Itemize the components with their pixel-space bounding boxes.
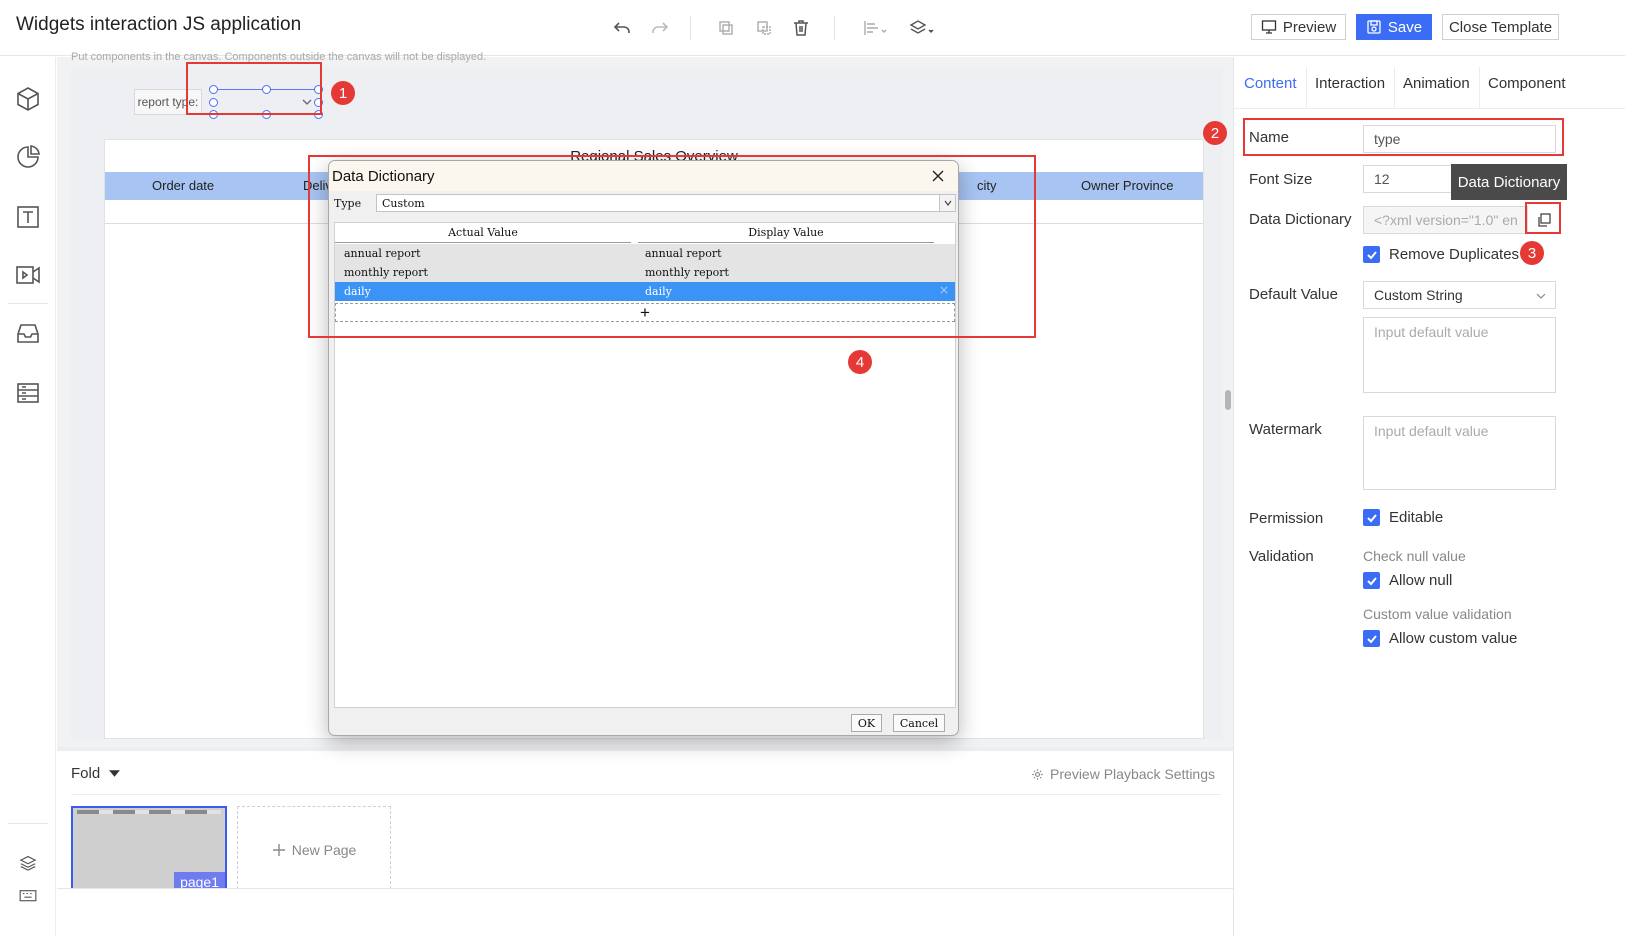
annotation-box-4 [308, 155, 1036, 338]
status-bar [57, 888, 1233, 936]
allow-custom-label: Allow custom value [1389, 630, 1518, 647]
cancel-button[interactable]: Cancel [893, 714, 945, 732]
annotation-badge-3: 3 [1520, 241, 1544, 265]
align-icon[interactable] [858, 14, 892, 42]
page-thumbnail[interactable]: page1 [71, 806, 227, 894]
allow-custom-checkbox[interactable]: Allow custom value [1363, 630, 1517, 647]
font-size-label: Font Size [1249, 171, 1313, 188]
gear-icon [1032, 768, 1043, 780]
new-page-label: New Page [291, 842, 357, 858]
text-icon[interactable] [12, 201, 44, 233]
data-dictionary-input: <?xml version="1.0" en [1363, 206, 1528, 234]
vertical-scrollbar[interactable] [1225, 390, 1231, 410]
annotation-badge-2: 2 [1203, 121, 1227, 145]
custom-validation-heading: Custom value validation [1363, 606, 1512, 622]
new-page-button[interactable]: New Page [237, 806, 391, 894]
checkbox-checked-icon [1363, 246, 1380, 263]
annotation-badge-4: 4 [848, 350, 872, 374]
close-template-button[interactable]: Close Template [1442, 14, 1559, 40]
redo-icon[interactable] [646, 14, 674, 42]
allow-null-label: Allow null [1389, 572, 1453, 589]
paste-icon[interactable] [750, 14, 778, 42]
save-button[interactable]: Save [1356, 14, 1432, 40]
editable-label: Editable [1389, 509, 1444, 526]
column-header: Owner Province [1081, 178, 1174, 193]
fold-label: Fold [71, 765, 101, 782]
watermark-textarea[interactable]: Input default value [1363, 416, 1556, 490]
ok-button[interactable]: OK [851, 714, 882, 732]
checkbox-checked-icon [1363, 630, 1380, 647]
annotation-box-1 [186, 62, 322, 115]
annotation-box-2 [1243, 118, 1564, 156]
validation-label: Validation [1249, 548, 1314, 565]
editable-checkbox[interactable]: Editable [1363, 509, 1443, 526]
preview-button[interactable]: Preview [1251, 14, 1346, 40]
tab-interaction[interactable]: Interaction [1315, 75, 1385, 92]
default-value-selected: Custom String [1374, 287, 1463, 303]
tab-component[interactable]: Component [1488, 75, 1566, 92]
preview-playback-settings[interactable]: Preview Playback Settings [1031, 766, 1215, 782]
undo-icon[interactable] [608, 14, 636, 42]
default-value-label: Default Value [1249, 286, 1338, 303]
delete-icon[interactable] [787, 14, 815, 42]
default-value-select[interactable]: Custom String [1363, 281, 1556, 309]
monitor-icon [1261, 20, 1276, 34]
annotation-box-3 [1525, 202, 1561, 234]
tab-content[interactable]: Content [1244, 75, 1297, 92]
left-sidebar [0, 57, 56, 936]
annotation-badge-1: 1 [331, 81, 355, 105]
plus-icon [272, 844, 285, 856]
preview-playback-label: Preview Playback Settings [1050, 766, 1215, 782]
remove-duplicates-checkbox[interactable]: Remove Duplicates [1363, 246, 1519, 263]
checkbox-checked-icon [1363, 509, 1380, 526]
default-value-textarea[interactable]: Input default value [1363, 317, 1556, 393]
data-dictionary-label: Data Dictionary [1249, 211, 1352, 228]
pages-area: Fold Preview Playback Settings page1 New… [57, 747, 1233, 894]
form-list-icon[interactable] [12, 377, 44, 409]
save-label: Save [1387, 18, 1423, 36]
app-title: Widgets interaction JS application [16, 14, 302, 35]
caret-down-icon [109, 770, 121, 777]
checkbox-checked-icon [1363, 572, 1380, 589]
properties-tabs: Content Interaction Animation Component [1234, 57, 1625, 109]
save-icon [1367, 20, 1381, 34]
keyboard-icon[interactable] [12, 879, 44, 911]
media-icon[interactable] [12, 259, 44, 291]
inbox-icon[interactable] [12, 317, 44, 349]
layers-icon[interactable] [12, 847, 44, 879]
layers-order-icon[interactable] [904, 14, 938, 42]
pie-chart-icon[interactable] [12, 141, 44, 173]
copy-icon[interactable] [712, 14, 740, 42]
chevron-down-icon [1536, 293, 1546, 299]
fold-toggle[interactable]: Fold [71, 765, 121, 782]
data-dictionary-tooltip: Data Dictionary [1451, 164, 1567, 200]
cube-icon[interactable] [12, 83, 44, 115]
allow-null-checkbox[interactable]: Allow null [1363, 572, 1452, 589]
top-bar: Widgets interaction JS application Previ… [0, 0, 1625, 56]
watermark-label: Watermark [1249, 421, 1322, 438]
tab-animation[interactable]: Animation [1403, 75, 1470, 92]
permission-label: Permission [1249, 510, 1324, 527]
column-header: Order date [152, 178, 215, 193]
preview-label: Preview [1282, 18, 1337, 36]
check-null-heading: Check null value [1363, 548, 1466, 564]
remove-duplicates-label: Remove Duplicates [1389, 246, 1520, 263]
